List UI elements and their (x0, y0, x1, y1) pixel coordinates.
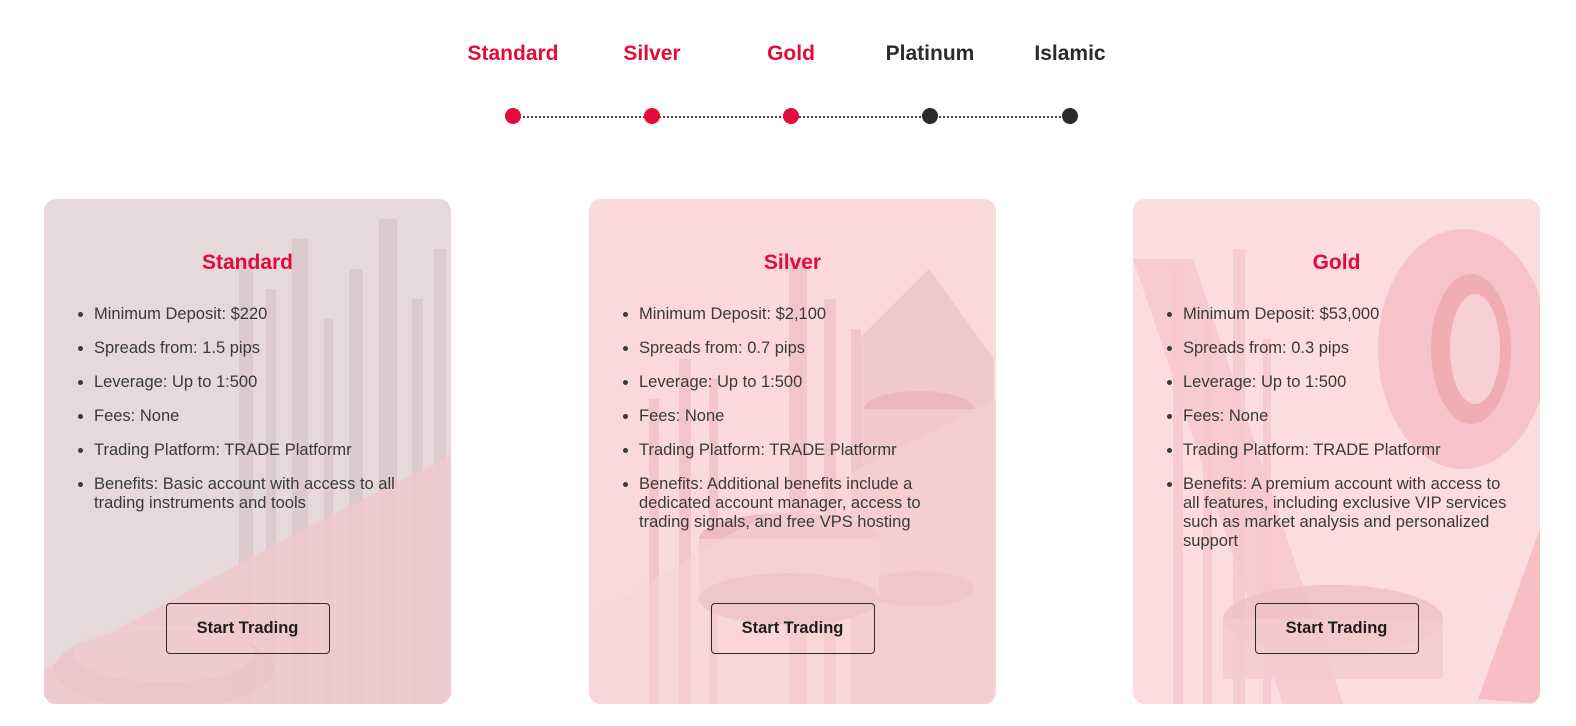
timeline-dot-islamic[interactable] (1062, 108, 1078, 124)
tab-platinum[interactable]: Platinum (860, 42, 1000, 66)
start-trading-button[interactable]: Start Trading (710, 603, 875, 654)
feature-spreads: Spreads from: 1.5 pips (94, 339, 424, 358)
account-card-silver: Silver Minimum Deposit: $2,100 Spreads f… (589, 199, 996, 704)
feature-trading-platform: Trading Platform: TRADE Platformr (639, 441, 969, 460)
card-title: Gold (1312, 251, 1361, 274)
timeline-dot-gold[interactable] (783, 108, 799, 124)
feature-minimum-deposit: Minimum Deposit: $53,000 (1183, 305, 1513, 324)
feature-fees: Fees: None (1183, 407, 1513, 426)
timeline-dot-standard[interactable] (505, 108, 521, 124)
feature-leverage: Leverage: Up to 1:500 (94, 373, 424, 392)
feature-fees: Fees: None (94, 407, 424, 426)
start-trading-button[interactable]: Start Trading (1254, 603, 1419, 654)
feature-minimum-deposit: Minimum Deposit: $220 (94, 305, 424, 324)
feature-spreads: Spreads from: 0.3 pips (1183, 339, 1513, 358)
card-title: Silver (763, 251, 822, 274)
card-title: Standard (201, 251, 293, 274)
feature-benefits: Benefits: Basic account with access to a… (94, 475, 424, 513)
feature-leverage: Leverage: Up to 1:500 (639, 373, 969, 392)
tab-gold[interactable]: Gold (721, 42, 861, 66)
feature-spreads: Spreads from: 0.7 pips (639, 339, 969, 358)
tab-silver[interactable]: Silver (582, 42, 722, 66)
feature-trading-platform: Trading Platform: TRADE Platformr (94, 441, 424, 460)
tier-selector: Standard Silver Gold Platinum Islamic (0, 0, 1576, 140)
feature-benefits: Benefits: Additional benefits include a … (639, 475, 969, 532)
account-card-gold: Gold Minimum Deposit: $53,000 Spreads fr… (1133, 199, 1540, 704)
timeline-dot-platinum[interactable] (922, 108, 938, 124)
feature-fees: Fees: None (639, 407, 969, 426)
feature-minimum-deposit: Minimum Deposit: $2,100 (639, 305, 969, 324)
feature-list: Minimum Deposit: $53,000 Spreads from: 0… (1183, 305, 1513, 566)
feature-benefits: Benefits: A premium account with access … (1183, 475, 1513, 551)
feature-trading-platform: Trading Platform: TRADE Platformr (1183, 441, 1513, 460)
tab-islamic[interactable]: Islamic (1000, 42, 1140, 66)
feature-leverage: Leverage: Up to 1:500 (1183, 373, 1513, 392)
feature-list: Minimum Deposit: $220 Spreads from: 1.5 … (94, 305, 424, 528)
tab-standard[interactable]: Standard (443, 42, 583, 66)
feature-list: Minimum Deposit: $2,100 Spreads from: 0.… (639, 305, 969, 547)
account-card-standard: Standard Minimum Deposit: $220 Spreads f… (44, 199, 451, 704)
timeline-dot-silver[interactable] (644, 108, 660, 124)
start-trading-button[interactable]: Start Trading (165, 603, 330, 654)
